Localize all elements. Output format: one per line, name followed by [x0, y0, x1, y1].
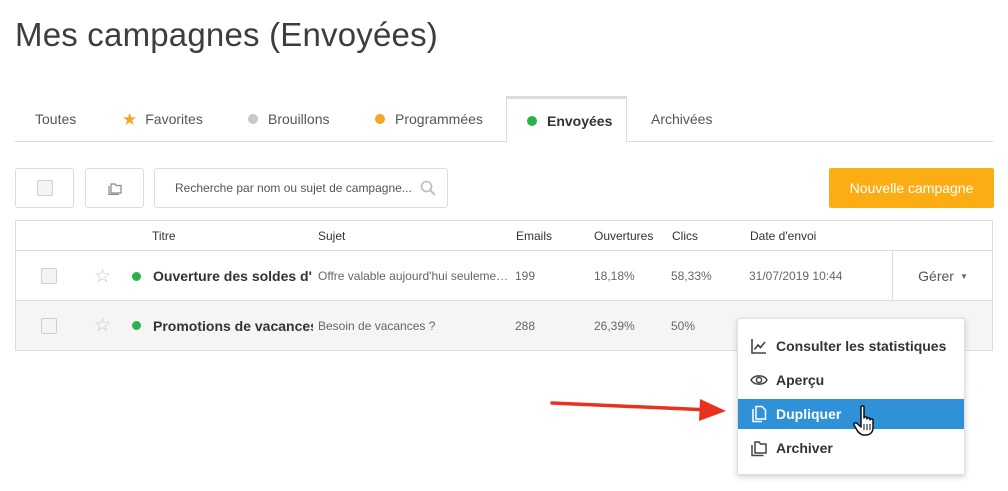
- star-outline-icon[interactable]: ☆: [94, 267, 111, 286]
- manage-label: Gérer: [918, 268, 954, 284]
- header-clicks[interactable]: Clics: [672, 229, 698, 243]
- campaign-sent-date: 31/07/2019 10:44: [749, 269, 843, 283]
- row-checkbox-cell: [41, 301, 57, 350]
- status-cell: [132, 251, 141, 301]
- tab-label: Programmées: [395, 111, 483, 127]
- campaign-emails: 199: [515, 269, 536, 283]
- menu-item-preview[interactable]: Aperçu: [738, 365, 964, 395]
- new-campaign-button[interactable]: Nouvelle campagne: [829, 168, 994, 208]
- status-dot-icon: [527, 115, 537, 126]
- menu-item-label: Aperçu: [776, 372, 825, 388]
- tab-sent[interactable]: Envoyées: [506, 96, 627, 143]
- campaign-title[interactable]: Ouverture des soldes d'…: [153, 251, 313, 301]
- tab-archived[interactable]: Archivées: [635, 96, 745, 142]
- menu-item-duplicate[interactable]: Dupliquer: [738, 399, 964, 429]
- eye-icon: [750, 375, 768, 385]
- tab-favorites[interactable]: ★ Favorites: [107, 96, 217, 142]
- sent-status-icon: [132, 321, 141, 330]
- status-cell: [132, 301, 141, 350]
- tab-label: Favorites: [145, 111, 203, 127]
- menu-item-label: Consulter les statistiques: [776, 338, 947, 354]
- header-title[interactable]: Titre: [152, 229, 176, 243]
- header-opens[interactable]: Ouvertures: [594, 229, 653, 243]
- tab-label: Envoyées: [547, 112, 613, 129]
- tab-drafts[interactable]: Brouillons: [233, 96, 363, 142]
- manage-dropdown-menu: Consulter les statistiques Aperçu Dupliq…: [737, 318, 965, 475]
- table-row[interactable]: ☆ Ouverture des soldes d'… Offre valable…: [16, 251, 992, 301]
- row-checkbox[interactable]: [41, 317, 57, 334]
- menu-item-label: Dupliquer: [776, 406, 842, 422]
- archive-icon: [751, 441, 767, 457]
- tab-all[interactable]: Toutes: [15, 96, 97, 142]
- header-emails[interactable]: Emails: [516, 229, 552, 243]
- header-sent-date[interactable]: Date d'envoi: [750, 229, 816, 243]
- campaign-subject: Offre valable aujourd'hui seuleme…: [318, 269, 508, 283]
- red-arrow-icon: [550, 399, 726, 421]
- row-checkbox-cell: [41, 251, 57, 301]
- folder-icon: [107, 183, 122, 195]
- caret-down-icon: ▼: [959, 271, 968, 281]
- star-outline-icon[interactable]: ☆: [94, 316, 111, 335]
- page-title: Mes campagnes (Envoyées): [15, 16, 438, 53]
- menu-item-archive[interactable]: Archiver: [738, 433, 964, 463]
- campaign-emails: 288: [515, 318, 536, 333]
- campaign-opens: 26,39%: [594, 318, 635, 333]
- menu-item-statistics[interactable]: Consulter les statistiques: [738, 331, 964, 361]
- select-all-box[interactable]: [15, 168, 74, 208]
- search-input[interactable]: [154, 168, 448, 208]
- row-checkbox[interactable]: [41, 268, 57, 284]
- duplicate-icon: [752, 405, 767, 423]
- star-icon: ★: [122, 109, 138, 129]
- hand-pointer-icon: [853, 405, 874, 436]
- campaign-tabs: Toutes ★ Favorites Brouillons Programmée…: [15, 96, 993, 143]
- header-subject[interactable]: Sujet: [318, 229, 345, 243]
- table-header: Titre Sujet Emails Ouvertures Clics Date…: [16, 221, 992, 251]
- campaign-title[interactable]: Promotions de vacances: [153, 301, 313, 350]
- sent-status-icon: [132, 271, 141, 281]
- campaign-subject: Besoin de vacances ?: [318, 318, 436, 333]
- campaign-opens: 18,18%: [594, 269, 635, 283]
- status-dot-icon: [375, 114, 385, 124]
- tab-label: Archivées: [651, 111, 713, 127]
- campaign-clicks: 58,33%: [671, 269, 712, 283]
- folder-button[interactable]: [85, 168, 144, 208]
- tab-label: Toutes: [35, 111, 77, 127]
- status-dot-icon: [248, 114, 258, 124]
- select-all-checkbox[interactable]: [36, 180, 53, 196]
- tab-label: Brouillons: [268, 111, 330, 127]
- tab-scheduled[interactable]: Programmées: [360, 96, 510, 142]
- menu-item-label: Archiver: [776, 440, 833, 456]
- search-icon[interactable]: [420, 180, 436, 196]
- chart-icon: [751, 339, 766, 354]
- campaign-clicks: 50%: [671, 318, 696, 333]
- favorite-cell: ☆: [94, 251, 111, 301]
- manage-dropdown-button[interactable]: Gérer ▼: [892, 251, 993, 301]
- favorite-cell: ☆: [94, 301, 111, 350]
